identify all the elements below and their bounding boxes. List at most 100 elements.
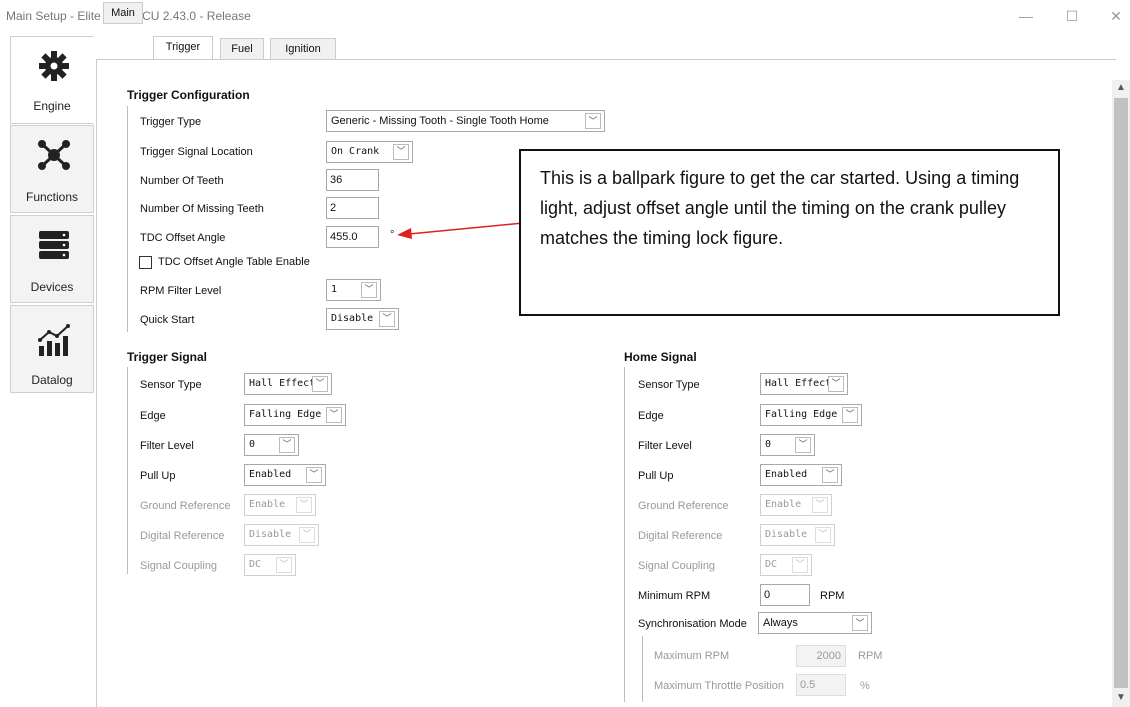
maximum-rpm-label: Maximum RPM [654,650,730,662]
sync-mode-select[interactable]: Always ﹀ [758,612,872,634]
sync-mode-label: Synchronisation Mode [638,618,747,630]
missing-teeth-input[interactable]: 2 [326,197,379,219]
scroll-down-icon[interactable]: ▼ [1112,692,1130,703]
trigger-signal-coupling-select: DC ﹀ [244,554,296,576]
trigger-pull-up-select[interactable]: Enabled ﹀ [244,464,326,486]
tdc-offset-angle-input[interactable]: 455.0 [326,226,379,248]
rpm-filter-level-select[interactable]: 1 ﹀ [326,279,381,301]
quick-start-value: Disable [331,313,374,324]
gear-icon [39,51,69,81]
section-divider [127,106,128,332]
home-edge-select[interactable]: Falling Edge ﹀ [760,404,862,426]
home-pull-up-label: Pull Up [638,470,674,482]
number-of-teeth-input[interactable]: 36 [326,169,379,191]
minimum-rpm-label: Minimum RPM [638,590,711,602]
sidebar-item-devices[interactable]: Devices [10,215,94,303]
trigger-filter-level-select[interactable]: 0 ﹀ [244,434,299,456]
chevron-down-icon: ﹀ [792,557,808,573]
tdc-table-enable-label: TDC Offset Angle Table Enable [158,256,310,268]
server-icon [39,231,69,259]
vertical-scrollbar[interactable]: ▲ ▼ [1112,80,1130,707]
degree-unit: ° [390,229,395,241]
chevron-down-icon: ﹀ [299,527,315,543]
chevron-down-icon[interactable]: ﹀ [852,615,868,631]
sidebar: Engine Functions Devices Datalog [10,32,94,707]
scrollbar-thumb[interactable] [1114,98,1128,688]
home-pull-up-select[interactable]: Enabled ﹀ [760,464,842,486]
chevron-down-icon[interactable]: ﹀ [795,437,811,453]
maximum-throttle-position-input: 0.5 [796,674,846,696]
sidebar-item-engine[interactable]: Engine [10,36,94,124]
sidebar-item-functions[interactable]: Functions [10,125,94,213]
missing-teeth-label: Number Of Missing Teeth [140,203,264,215]
trigger-signal-location-select[interactable]: On Crank ﹀ [326,141,413,163]
home-ground-reference-label: Ground Reference [638,500,729,512]
home-sensor-type-select[interactable]: Hall Effect ﹀ [760,373,848,395]
sidebar-item-label: Datalog [31,373,73,387]
sidebar-item-label: Functions [25,190,79,204]
trigger-digital-reference-value: Disable [249,529,292,540]
trigger-configuration-heading: Trigger Configuration [127,88,250,102]
chevron-down-icon[interactable]: ﹀ [306,467,322,483]
chevron-down-icon[interactable]: ﹀ [822,467,838,483]
trigger-ground-reference-select: Enable ﹀ [244,494,316,516]
quick-start-select[interactable]: Disable ﹀ [326,308,399,330]
chevron-down-icon[interactable]: ﹀ [828,376,844,392]
chevron-down-icon[interactable]: ﹀ [279,437,295,453]
nodes-icon [38,140,70,170]
maximum-throttle-position-label: Maximum Throttle Position [654,680,785,692]
trigger-type-value: Generic - Missing Tooth - Single Tooth H… [331,115,549,127]
chevron-down-icon[interactable]: ﹀ [585,113,601,129]
tab-main[interactable]: Main [103,2,143,24]
trigger-sensor-type-select[interactable]: Hall Effect ﹀ [244,373,332,395]
chevron-down-icon[interactable]: ﹀ [842,407,858,423]
chevron-down-icon: ﹀ [815,527,831,543]
home-pull-up-value: Enabled [765,469,808,480]
chevron-down-icon[interactable]: ﹀ [326,407,342,423]
tdc-table-enable-checkbox[interactable] [139,256,152,269]
trigger-edge-select[interactable]: Falling Edge ﹀ [244,404,346,426]
callout-text: This is a ballpark figure to get the car… [540,168,1020,248]
home-signal-coupling-label: Signal Coupling [638,560,716,572]
percent-unit: % [860,680,870,692]
home-filter-level-select[interactable]: 0 ﹀ [760,434,815,456]
home-ground-reference-value: Enable [765,499,802,510]
trigger-type-select[interactable]: Generic - Missing Tooth - Single Tooth H… [326,110,605,132]
max-rpm-unit: RPM [858,650,883,662]
home-signal-heading: Home Signal [624,350,697,364]
close-button[interactable]: ✕ [1106,6,1126,26]
home-signal-coupling-value: DC [765,559,778,570]
trigger-pull-up-label: Pull Up [140,470,176,482]
tab-fuel[interactable]: Fuel [220,38,264,60]
trigger-edge-label: Edge [140,410,166,422]
trigger-ground-reference-value: Enable [249,499,286,510]
number-of-teeth-label: Number Of Teeth [140,175,224,187]
home-ground-reference-select: Enable ﹀ [760,494,832,516]
home-edge-label: Edge [638,410,664,422]
chevron-down-icon[interactable]: ﹀ [312,376,328,392]
sidebar-item-label: Engine [33,99,71,113]
trigger-edge-value: Falling Edge [249,409,322,420]
trigger-digital-reference-label: Digital Reference [140,530,225,542]
chevron-down-icon[interactable]: ﹀ [361,282,377,298]
section-divider [127,367,128,574]
chevron-down-icon[interactable]: ﹀ [393,144,409,160]
trigger-signal-coupling-label: Signal Coupling [140,560,218,572]
sidebar-item-label: Devices [30,280,74,294]
home-digital-reference-label: Digital Reference [638,530,723,542]
minimum-rpm-input[interactable]: 0 [760,584,810,606]
trigger-signal-coupling-value: DC [249,559,262,570]
tdc-offset-angle-label: TDC Offset Angle [140,232,226,244]
tab-trigger[interactable]: Trigger [153,36,213,60]
home-sensor-type-label: Sensor Type [638,379,700,391]
sync-mode-value: Always [763,617,798,629]
scroll-up-icon[interactable]: ▲ [1112,82,1130,93]
home-digital-reference-value: Disable [765,529,808,540]
maximize-button[interactable]: ☐ [1062,6,1082,26]
sidebar-item-datalog[interactable]: Datalog [10,305,94,393]
trigger-digital-reference-select: Disable ﹀ [244,524,319,546]
tab-ignition[interactable]: Ignition [270,38,336,60]
title-bar: Main Setup - Elite 1500 ECU 2.43.0 - Rel… [0,0,1130,32]
chevron-down-icon[interactable]: ﹀ [379,311,395,327]
minimize-button[interactable]: — [1016,6,1036,26]
